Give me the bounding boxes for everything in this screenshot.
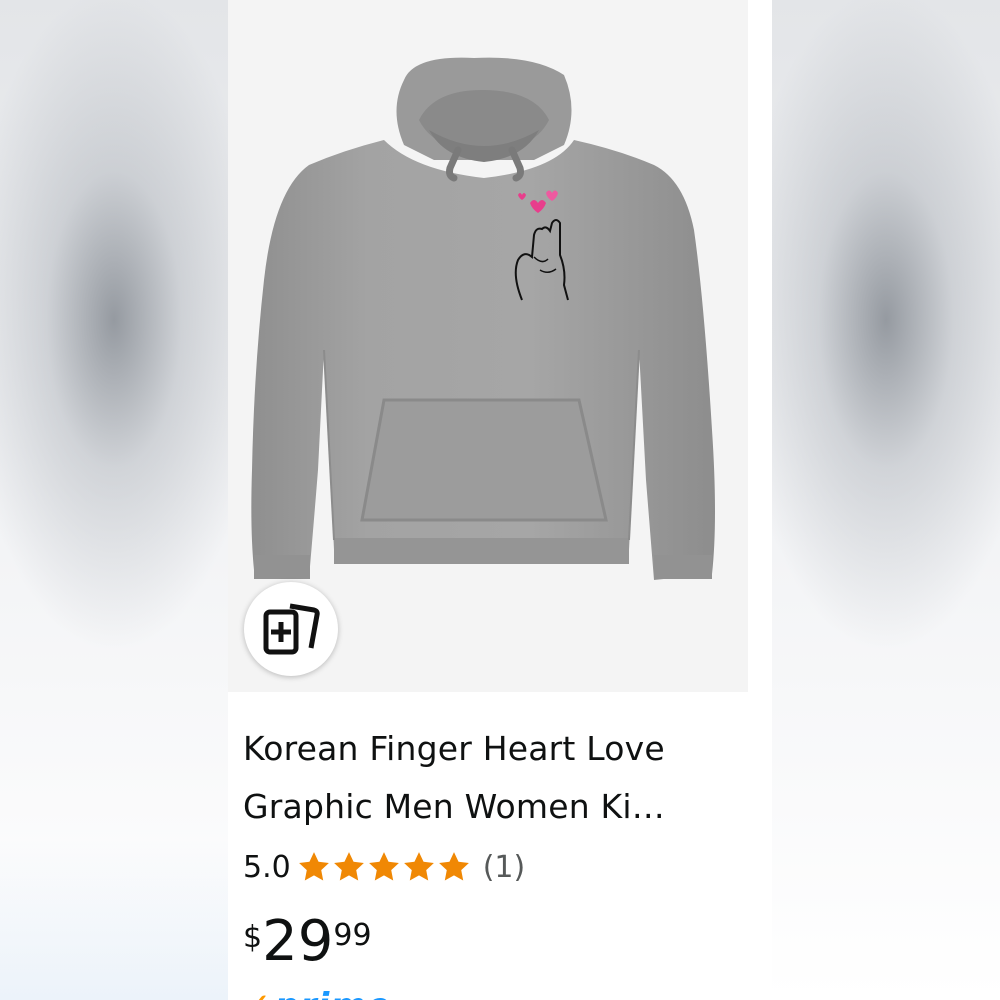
- star-rating[interactable]: [297, 850, 471, 884]
- blurred-background-right: [772, 0, 1000, 1000]
- star-icon: [333, 852, 364, 881]
- review-count-link[interactable]: (1): [483, 850, 526, 885]
- rating-row[interactable]: 5.0 (1): [243, 845, 525, 889]
- price-fraction: 99: [333, 918, 372, 953]
- price-whole: 29: [262, 909, 334, 974]
- prime-badge: ✓prime: [243, 986, 391, 1000]
- star-icon: [368, 852, 399, 881]
- product-title-line-1[interactable]: Korean Finger Heart Love: [243, 720, 733, 778]
- prime-label: prime: [275, 986, 391, 1000]
- star-icon: [298, 852, 329, 881]
- blurred-background-left: [0, 0, 228, 1000]
- add-to-compare-icon: [263, 603, 320, 655]
- star-icon: [438, 852, 469, 881]
- hoodie-image: [251, 57, 716, 580]
- price-symbol: $: [243, 920, 263, 955]
- prime-check-icon: ✓: [243, 986, 273, 1000]
- product-title-line-2[interactable]: Graphic Men Women Ki…: [243, 778, 733, 836]
- product-title[interactable]: Korean Finger Heart Love Graphic Men Wom…: [243, 720, 733, 836]
- price: $ 29 99: [243, 912, 372, 972]
- product-image[interactable]: [228, 0, 748, 692]
- product-card[interactable]: Korean Finger Heart Love Graphic Men Wom…: [228, 0, 772, 1000]
- add-to-compare-button[interactable]: [244, 582, 338, 676]
- rating-value: 5.0: [243, 849, 291, 885]
- star-icon: [403, 852, 434, 881]
